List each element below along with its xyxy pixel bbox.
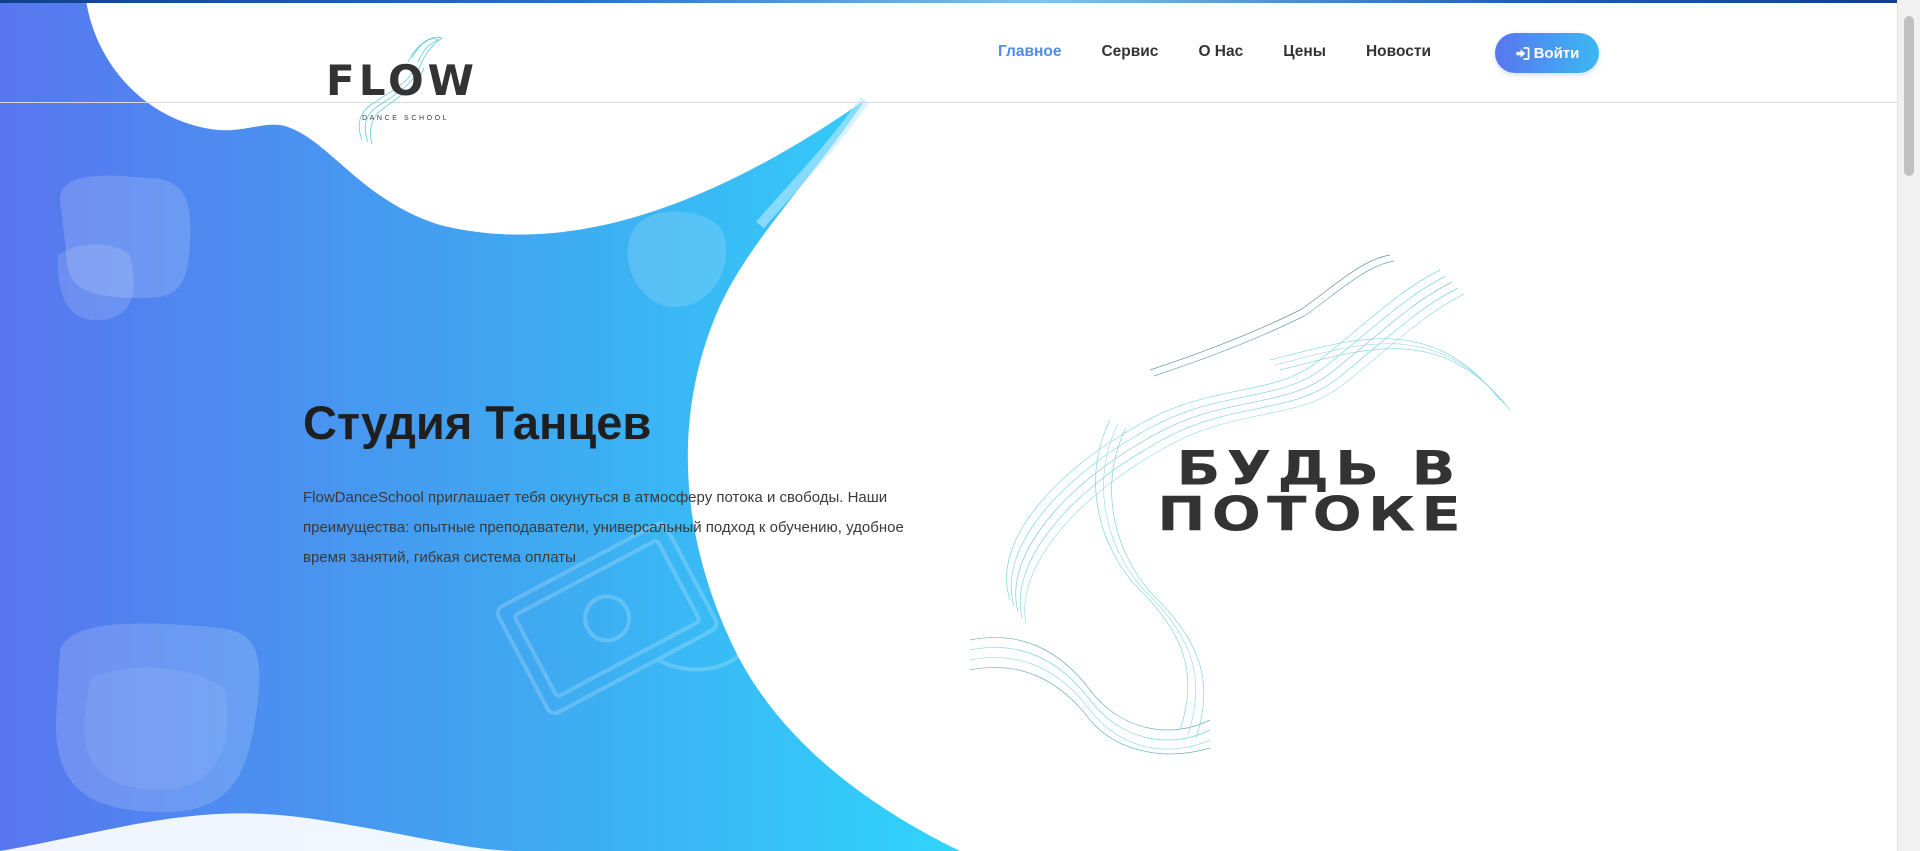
sign-in-icon (1516, 46, 1530, 60)
top-decor-strip (0, 0, 1898, 3)
nav-item-about[interactable]: О Нас (1198, 43, 1243, 61)
navbar: FLOW DANCE SCHOOL Главное Сервис О Нас Ц… (0, 0, 1898, 145)
nav-item-home[interactable]: Главное (998, 43, 1061, 61)
slogan-line-1: БУДЬ В (1176, 440, 1462, 496)
hero-description: FlowDanceSchool приглашает тебя окунутьс… (303, 489, 904, 566)
nav-item-service[interactable]: Сервис (1101, 43, 1158, 61)
logo-wordmark: FLOW (326, 56, 478, 105)
scrollbar-thumb[interactable] (1904, 16, 1914, 176)
slogan-line-2: ПОТОКЕ (1157, 486, 1467, 542)
login-label: Войти (1533, 44, 1580, 62)
page-scrollbar[interactable] (1897, 0, 1920, 851)
logo-subtitle: DANCE SCHOOL (362, 115, 450, 122)
nav-item-prices[interactable]: Цены (1283, 43, 1326, 61)
hero-background (0, 0, 960, 851)
logo[interactable]: FLOW DANCE SCHOOL (320, 32, 490, 147)
page: FLOW DANCE SCHOOL Главное Сервис О Нас Ц… (0, 0, 1920, 851)
hero-title: Студия Танцев (303, 396, 652, 449)
slogan-heading: БУДЬ В ПОТОКЕ (1072, 440, 1552, 542)
main-nav: Главное Сервис О Нас Цены Новости (998, 43, 1471, 61)
nav-item-news[interactable]: Новости (1366, 43, 1431, 61)
login-button[interactable]: Войти (1495, 33, 1599, 73)
